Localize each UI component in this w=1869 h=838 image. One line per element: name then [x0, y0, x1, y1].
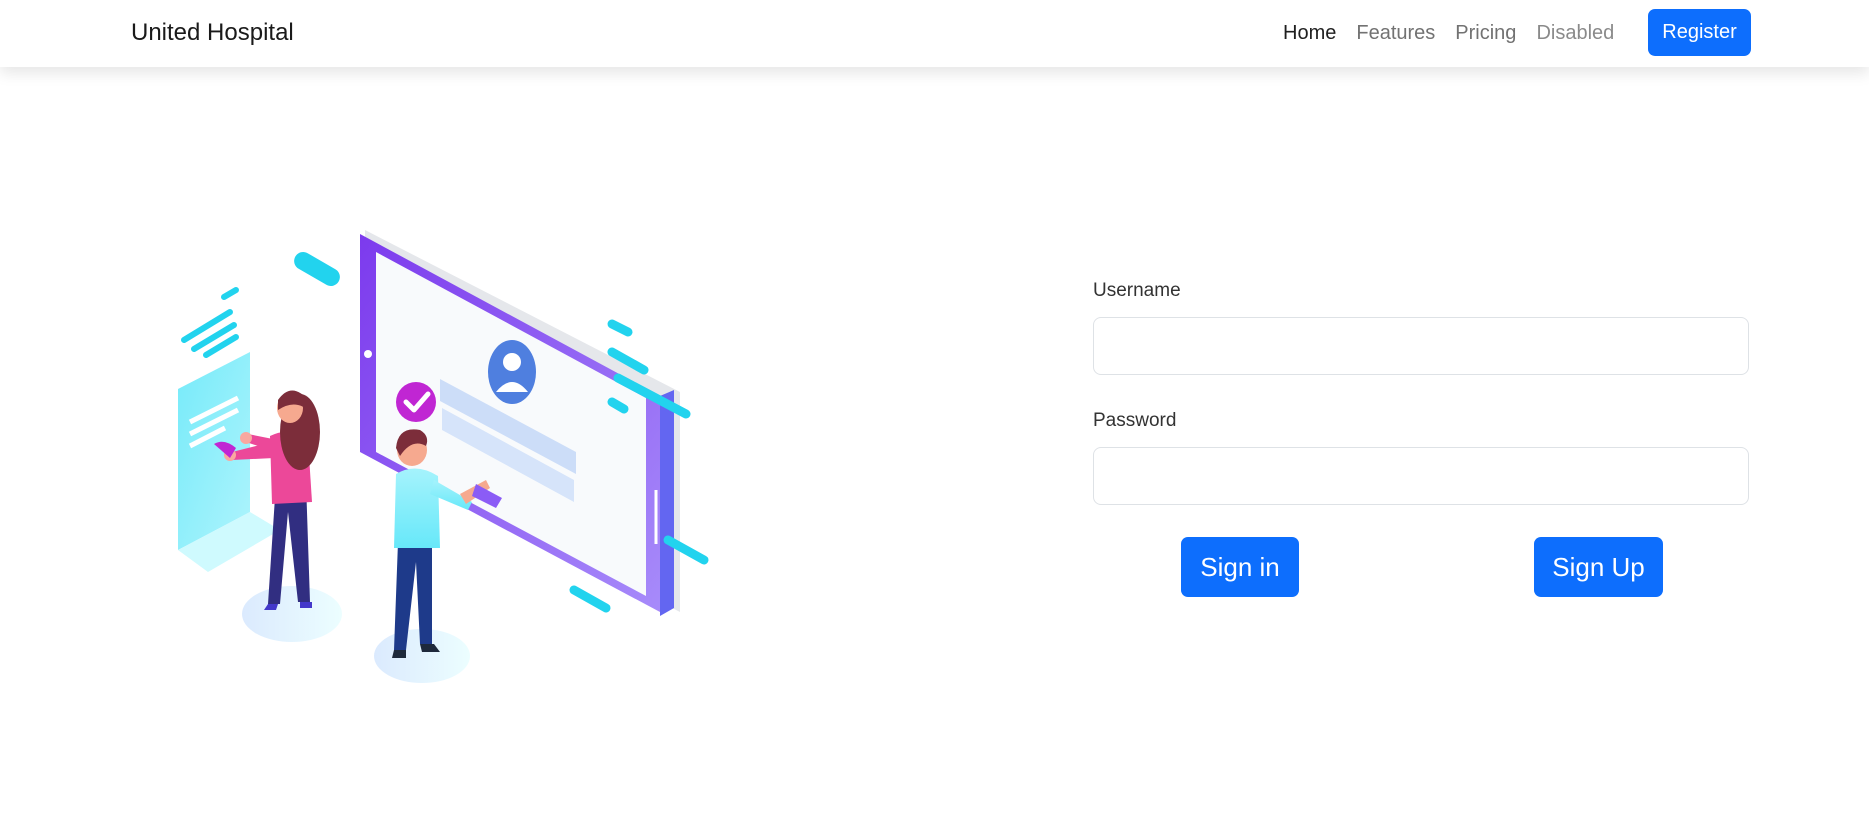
password-input[interactable]: [1093, 447, 1749, 505]
password-label: Password: [1093, 410, 1177, 431]
nav-links: Home Features Pricing Disabled: [1283, 22, 1634, 45]
top-navbar: United Hospital Home Features Pricing Di…: [0, 0, 1869, 67]
check-badge-icon: [396, 382, 436, 422]
decor-pill-top: [294, 252, 340, 286]
login-illustration: [160, 212, 740, 702]
nav-link-features[interactable]: Features: [1356, 22, 1435, 45]
username-field-group: Username: [1093, 280, 1749, 375]
sign-in-button[interactable]: Sign in: [1181, 537, 1299, 597]
username-label: Username: [1093, 280, 1181, 301]
floor-shadow-woman: [242, 586, 342, 642]
sign-up-button[interactable]: Sign Up: [1534, 537, 1663, 597]
brand-link[interactable]: United Hospital: [131, 19, 294, 47]
nav-link-home[interactable]: Home: [1283, 22, 1336, 45]
decor-stripes-left: [181, 287, 239, 358]
password-field-group: Password: [1093, 410, 1749, 505]
register-button[interactable]: Register: [1648, 9, 1751, 56]
illustration-svg: [178, 230, 709, 683]
username-input[interactable]: [1093, 317, 1749, 375]
user-profile-icon: [488, 340, 536, 404]
nav-link-disabled: Disabled: [1536, 22, 1615, 44]
left-card: [178, 352, 280, 572]
nav-link-pricing[interactable]: Pricing: [1455, 22, 1516, 45]
